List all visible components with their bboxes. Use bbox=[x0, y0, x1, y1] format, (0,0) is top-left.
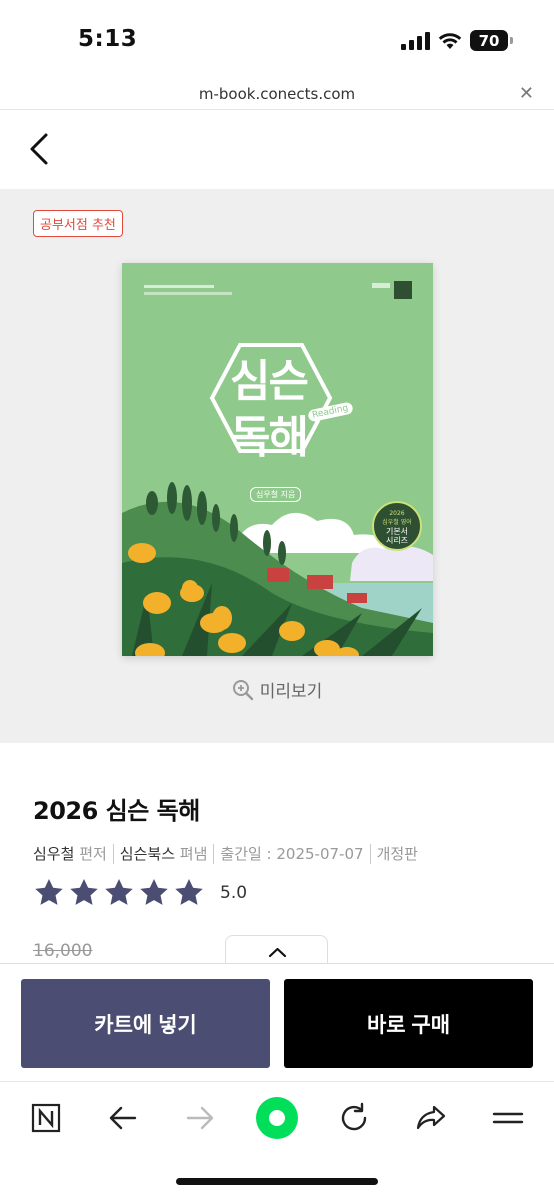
chevron-up-icon bbox=[268, 947, 287, 958]
cover-title-line2: 독해 bbox=[230, 412, 309, 463]
status-time: 5:13 bbox=[78, 26, 138, 52]
publisher-role: 펴냄 bbox=[179, 845, 208, 863]
rating-score: 5.0 bbox=[220, 883, 248, 903]
url-domain[interactable]: m-book.conects.com bbox=[0, 85, 554, 103]
divider bbox=[213, 843, 215, 864]
cover-title-line1: 심슨 bbox=[230, 356, 309, 407]
cover-series-line3: 시리즈 bbox=[385, 536, 409, 545]
divider bbox=[112, 843, 114, 864]
green-home-icon[interactable] bbox=[255, 1096, 299, 1140]
reload-icon[interactable] bbox=[334, 1100, 374, 1136]
publisher-link[interactable]: 심슨북스 bbox=[120, 843, 175, 864]
wifi-icon bbox=[438, 32, 462, 49]
cover-series-line2: 기본서 bbox=[385, 527, 409, 536]
cellular-signal-icon bbox=[401, 31, 430, 50]
edition: 개정판 bbox=[376, 845, 418, 863]
cover-series-year: 2026 bbox=[389, 510, 405, 517]
status-bar: 5:13 70 bbox=[0, 0, 554, 80]
star-icon bbox=[35, 879, 63, 905]
cover-series-line1: 심우철 영어 bbox=[382, 519, 412, 526]
purchase-bar: 카트에 넣기 바로 구매 bbox=[0, 963, 554, 1081]
star-icon bbox=[140, 879, 168, 905]
home-indicator bbox=[176, 1178, 378, 1185]
cover-series-badge: 2026 심우철 영어 기본서 시리즈 bbox=[372, 501, 422, 551]
rating[interactable]: 5.0 bbox=[33, 877, 247, 909]
app-header bbox=[0, 111, 554, 189]
star-icon bbox=[70, 879, 98, 905]
product-info: 2026 심슨 독해 심우철 편저 심슨북스 펴냄 출간일 : 2025-07-… bbox=[0, 743, 554, 967]
naver-n-icon[interactable] bbox=[26, 1100, 66, 1136]
cover-author: 심우철 지음 bbox=[250, 487, 302, 502]
status-icons: 70 bbox=[401, 30, 513, 51]
star-icon bbox=[175, 879, 203, 905]
zoom-in-icon bbox=[232, 679, 253, 700]
buy-now-button[interactable]: 바로 구매 bbox=[284, 979, 533, 1068]
author-link[interactable]: 심우철 bbox=[33, 843, 74, 864]
preview-label: 미리보기 bbox=[259, 682, 323, 702]
product-hero: 공부서점 추천 심슨 독해 Reading 심우철 지음 2026 심우철 영어… bbox=[0, 189, 554, 743]
star-icon bbox=[105, 879, 133, 905]
close-icon[interactable]: ✕ bbox=[519, 83, 534, 104]
page: 5:13 70 m-book.conects.com ✕ 공부서점 추천 심슨 … bbox=[0, 0, 554, 1200]
book-cover[interactable]: 심슨 독해 Reading 심우철 지음 2026 심우철 영어 기본서 시리즈 bbox=[122, 263, 433, 656]
product-title: 2026 심슨 독해 bbox=[33, 797, 200, 825]
recommend-badge: 공부서점 추천 bbox=[33, 210, 123, 237]
menu-icon[interactable] bbox=[488, 1100, 528, 1136]
preview-button[interactable]: 미리보기 bbox=[0, 677, 554, 702]
list-price: 16,000 bbox=[33, 941, 93, 961]
share-icon[interactable] bbox=[411, 1100, 451, 1136]
back-arrow-icon[interactable] bbox=[103, 1100, 143, 1136]
add-to-cart-button[interactable]: 카트에 넣기 bbox=[21, 979, 270, 1068]
battery-level: 70 bbox=[478, 31, 500, 50]
battery-icon: 70 bbox=[470, 30, 513, 51]
product-meta: 심우철 편저 심슨북스 펴냄 출간일 : 2025-07-07 개정판 bbox=[33, 843, 418, 864]
divider bbox=[369, 843, 371, 864]
back-chevron-icon[interactable] bbox=[24, 131, 56, 167]
url-bar[interactable]: m-book.conects.com ✕ bbox=[0, 80, 554, 110]
forward-arrow-icon[interactable] bbox=[180, 1100, 220, 1136]
author-role: 편저 bbox=[79, 845, 107, 863]
release-date: 출간일 : 2025-07-07 bbox=[220, 845, 364, 863]
